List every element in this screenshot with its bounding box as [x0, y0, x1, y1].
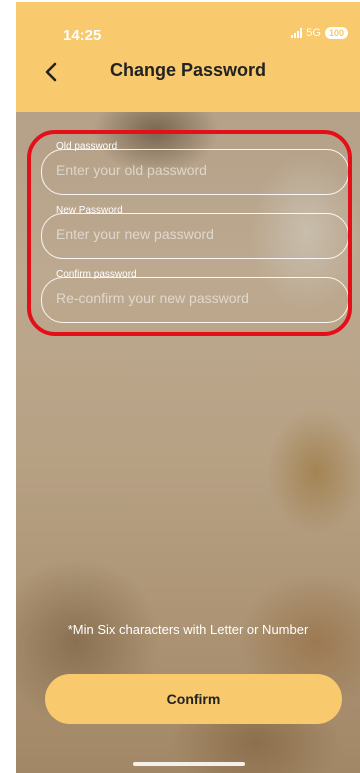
- app-header: 14:25 5G 100 Change Password: [16, 2, 360, 112]
- background-image: [16, 2, 360, 773]
- password-hint: *Min Six characters with Letter or Numbe…: [67, 622, 309, 637]
- page-title: Change Password: [109, 60, 267, 80]
- signal-icon: [291, 28, 303, 38]
- status-time: 14:25: [63, 27, 102, 44]
- battery-icon: 100: [324, 27, 348, 39]
- home-indicator: [133, 762, 245, 766]
- status-bar-right: 5G 100: [291, 27, 348, 39]
- confirm-button[interactable]: Confirm: [45, 674, 342, 724]
- highlight-box: [27, 130, 352, 336]
- screen: 14:25 5G 100 Change Password Old passwor…: [16, 2, 360, 773]
- network-label: 5G: [306, 27, 321, 39]
